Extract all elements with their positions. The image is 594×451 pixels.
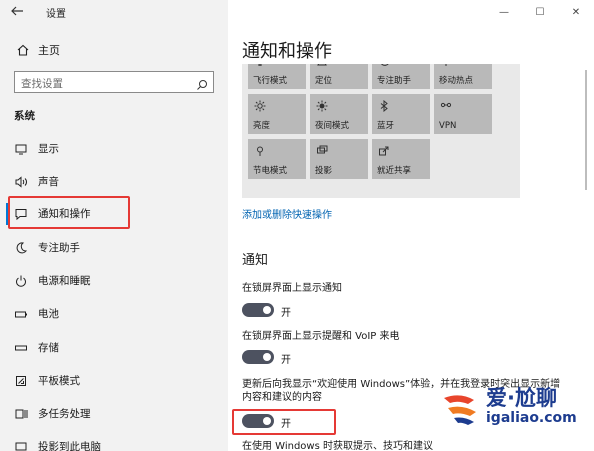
tile-label: 专注助手 [377,76,412,86]
tile-mobile-hotspot[interactable]: 移动热点 [434,64,492,89]
project-icon [14,439,28,451]
close-button[interactable]: ✕ [558,0,594,24]
sidebar-item-label: 声音 [38,176,59,188]
watermark-subtitle: igaliao.com [486,410,577,426]
sidebar-item-label: 主页 [38,44,60,57]
sidebar-item-multitasking[interactable]: 多任务处理 [0,399,228,427]
toggle-state-label: 开 [281,355,291,366]
tile-focus-assist[interactable]: 专注助手 [372,64,430,89]
tile-label: 蓝牙 [377,121,395,131]
tile-label: 节电模式 [253,166,288,176]
sidebar-item-label: 电源和睡眠 [38,275,91,287]
sidebar-item-label: 存储 [38,342,59,354]
sidebar-item-label: 专注助手 [38,242,80,254]
toggle-knob [263,353,271,361]
sidebar-item-storage[interactable]: 存储 [0,333,228,361]
sidebar-item-label: 通知和操作 [38,208,91,220]
notifications-section-header: 通知 [242,253,269,268]
toggle-state-label: 开 [281,419,291,430]
sidebar-item-project[interactable]: 投影到此电脑 [0,432,228,451]
sidebar-item-notifications[interactable]: 通知和操作 [0,199,228,227]
sidebar-item-power[interactable]: 电源和睡眠 [0,266,228,294]
tile-label: 就近共享 [377,166,412,176]
sidebar-item-label: 电池 [38,308,59,320]
tile-label: 飞行模式 [253,76,288,86]
sidebar-item-label: 显示 [38,143,59,155]
notification-icon [14,206,28,221]
multitask-icon [14,406,28,420]
tile-vpn[interactable]: VPN [434,94,492,134]
monitor-icon [14,141,28,155]
sidebar-item-home[interactable]: 主页 [0,38,228,62]
battery-saver-icon [254,142,266,156]
maximize-button[interactable]: ☐ [522,0,558,24]
search-icon[interactable] [196,76,208,90]
tile-label: 投影 [315,166,333,176]
back-arrow-icon[interactable] [10,4,26,20]
sidebar-item-tablet-mode[interactable]: 平板模式 [0,366,228,394]
setting-label: 在使用 Windows 时获取提示、技巧和建议 [242,441,433,451]
project-icon [316,142,328,154]
tile-label: 定位 [315,76,333,86]
vpn-icon [440,97,452,109]
active-indicator [6,203,9,225]
tile-nearby-share[interactable]: 就近共享 [372,139,430,179]
tile-airplane-mode[interactable]: 飞行模式 [248,64,306,89]
edit-quick-actions-link[interactable]: 添加或删除快速操作 [242,206,332,221]
sidebar-item-display[interactable]: 显示 [0,134,228,162]
minimize-button[interactable]: — [486,0,522,24]
tile-bluetooth[interactable]: 蓝牙 [372,94,430,134]
home-icon [16,42,30,56]
power-icon [14,273,28,287]
tile-location[interactable]: 定位 [310,64,368,89]
quick-actions-grid: 飞行模式 定位 专注助手 移动热点 亮度 夜间模式 蓝牙 VPN 节电模式 投影… [242,64,520,198]
share-icon [378,142,390,156]
storage-icon [14,340,28,354]
watermark-logo-icon [440,386,482,428]
tile-label: 移动热点 [439,76,474,86]
toggle-state-label: 开 [281,308,291,319]
title-bar: 设置 [0,0,228,26]
tile-label: 亮度 [253,121,271,131]
scrollbar[interactable] [585,70,587,190]
setting-label: 在锁屏界面上显示通知 [242,283,342,294]
page-title: 通知和操作 [242,41,332,62]
sidebar: 设置 主页 系统 显示 声音 通知和操作 [0,0,228,451]
tile-night-light[interactable]: 夜间模式 [310,94,368,134]
moon-icon [14,240,28,254]
welcome-experience-toggle[interactable] [242,414,274,428]
sidebar-item-label: 投影到此电脑 [38,441,101,451]
window-controls: — ☐ ✕ [486,0,594,24]
lock-screen-reminders-toggle[interactable] [242,350,274,364]
app-title: 设置 [46,9,66,20]
section-header: 系统 [14,110,35,122]
watermark: 爱·尬聊 igaliao.com [434,378,594,434]
search-input[interactable] [15,74,185,94]
setting-label: 在锁屏界面上显示提醒和 VoIP 来电 [242,331,400,342]
watermark-title: 爱·尬聊 [486,386,557,410]
bluetooth-icon [378,97,390,113]
tablet-icon [14,373,28,387]
tile-project[interactable]: 投影 [310,139,368,179]
sidebar-item-label: 多任务处理 [38,408,91,420]
tile-label: VPN [439,121,457,131]
sidebar-item-battery[interactable]: 电池 [0,299,228,327]
tile-battery-saver[interactable]: 节电模式 [248,139,306,179]
search-box[interactable] [14,71,214,94]
sidebar-item-label: 平板模式 [38,375,80,387]
battery-icon [14,306,28,320]
night-light-icon [316,97,328,112]
tile-label: 夜间模式 [315,121,350,131]
speaker-icon [14,174,28,188]
lock-screen-notifications-toggle[interactable] [242,303,274,317]
tile-brightness[interactable]: 亮度 [248,94,306,134]
brightness-icon [254,97,266,112]
toggle-knob [263,306,271,314]
toggle-knob [263,417,271,425]
sidebar-item-sound[interactable]: 声音 [0,167,228,195]
sidebar-item-focus-assist[interactable]: 专注助手 [0,233,228,261]
